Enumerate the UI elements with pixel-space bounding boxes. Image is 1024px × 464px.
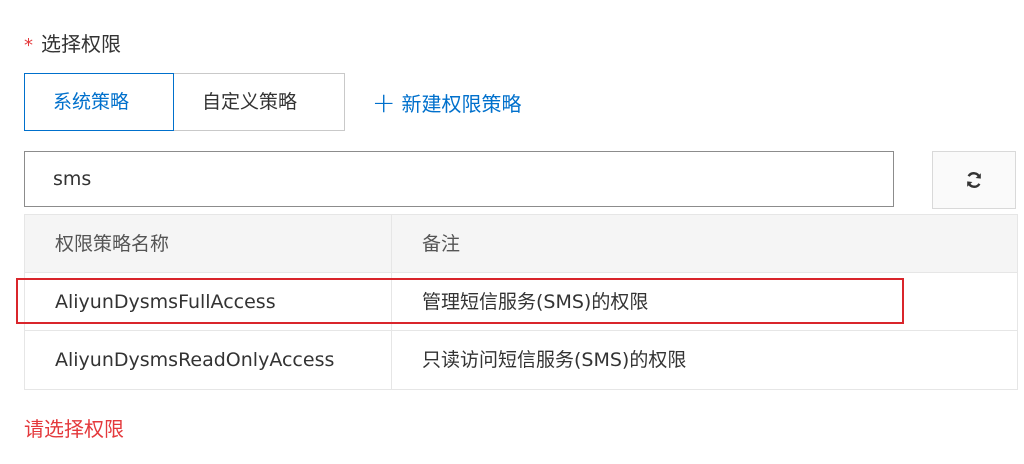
- tab-custom-policy[interactable]: 自定义策略: [174, 73, 345, 131]
- search-input[interactable]: [25, 152, 893, 206]
- policy-name-cell: AliyunDysmsReadOnlyAccess: [25, 331, 392, 389]
- new-policy-link[interactable]: + 新建权限策略: [372, 88, 521, 117]
- table-row[interactable]: AliyunDysmsReadOnlyAccess 只读访问短信服务(SMS)的…: [25, 331, 1017, 389]
- tab-system-policy[interactable]: 系统策略: [24, 73, 174, 131]
- policy-table: 权限策略名称 备注 AliyunDysmsFullAccess 管理短信服务(S…: [24, 214, 1018, 390]
- policy-note-cell: 只读访问短信服务(SMS)的权限: [422, 349, 687, 371]
- policy-name-cell: AliyunDysmsFullAccess: [25, 273, 392, 330]
- column-header-policy-name: 权限策略名称: [25, 215, 392, 272]
- required-mark: *: [24, 35, 33, 56]
- policy-type-tabs: 系统策略 自定义策略: [24, 73, 345, 131]
- refresh-icon: [967, 172, 981, 188]
- search-box: [24, 151, 894, 207]
- validation-message: 请选择权限: [24, 417, 124, 441]
- refresh-button[interactable]: [932, 151, 1016, 209]
- field-label-text: 选择权限: [41, 32, 121, 56]
- field-label: * 选择权限: [24, 28, 121, 57]
- table-row[interactable]: AliyunDysmsFullAccess 管理短信服务(SMS)的权限: [25, 273, 1017, 331]
- policy-note-cell: 管理短信服务(SMS)的权限: [422, 291, 649, 313]
- plus-icon: +: [372, 85, 396, 119]
- column-header-note: 备注: [422, 233, 461, 255]
- new-policy-label: 新建权限策略: [401, 92, 522, 116]
- table-header-row: 权限策略名称 备注: [25, 215, 1017, 273]
